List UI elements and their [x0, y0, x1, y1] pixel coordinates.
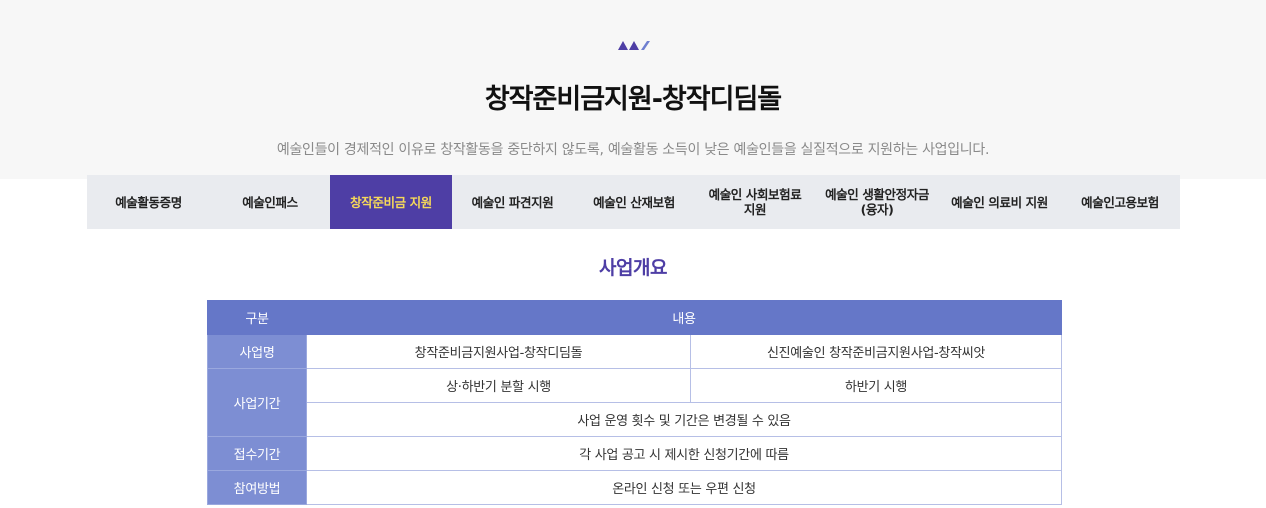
- cell-business-period-2: 하반기 시행: [689, 368, 1063, 403]
- tab-medical-expense-support[interactable]: 예술인 의료비 지원: [939, 175, 1060, 229]
- tab-bar: 예술활동증명 예술인패스 창작준비금 지원 예술인 파견지원 예술인 산재보험 …: [87, 175, 1180, 229]
- section-title: 사업개요: [599, 257, 667, 279]
- table-row: 참여방법 온라인 신청 또는 우편 신청: [207, 470, 1063, 505]
- table-header-row: 구분 내용: [207, 300, 1063, 335]
- page-header: 창작준비금지원-창작디딤돌 예술인들이 경제적인 이유로 창작활동을 중단하지 …: [0, 0, 1266, 179]
- row-label-business-name: 사업명: [207, 334, 307, 369]
- tab-artist-dispatch-support[interactable]: 예술인 파견지원: [452, 175, 573, 229]
- header-content: 내용: [305, 300, 1063, 335]
- table-row: 사업명 창작준비금지원사업-창작디딤돌 신진예술인 창작준비금지원사업-창작씨앗: [207, 334, 1063, 369]
- cell-application-period: 각 사업 공고 시 제시한 신청기간에 따름: [305, 436, 1063, 471]
- tab-art-activity-certificate[interactable]: 예술활동증명: [87, 175, 210, 229]
- cell-business-period-note: 사업 운영 횟수 및 기간은 변경될 수 있음: [305, 402, 1063, 437]
- row-label-application-period: 접수기간: [207, 436, 307, 471]
- triangles-logo-icon: [618, 41, 650, 50]
- row-label-participation-method: 참여방법: [207, 470, 307, 505]
- table-row: 접수기간 각 사업 공고 시 제시한 신청기간에 따름: [207, 436, 1063, 471]
- overview-table: 구분 내용 사업명 창작준비금지원사업-창작디딤돌 신진예술인 창작준비금지원사…: [207, 300, 1063, 505]
- page-description: 예술인들이 경제적인 이유로 창작활동을 중단하지 않도록, 예술활동 소득이 …: [276, 142, 990, 158]
- tab-artist-industrial-insurance[interactable]: 예술인 산재보험: [573, 175, 695, 229]
- tab-social-insurance-support[interactable]: 예술인 사회보험료 지원: [695, 175, 815, 229]
- table-row: 사업 운영 횟수 및 기간은 변경될 수 있음: [208, 402, 1063, 437]
- cell-business-period-1: 상·하반기 분할 시행: [306, 368, 691, 403]
- row-label-business-period: 사업기간: [207, 368, 307, 437]
- tab-creative-preparation-fund[interactable]: 창작준비금 지원: [330, 175, 452, 229]
- table-row: 사업기간 상·하반기 분할 시행 하반기 시행: [207, 368, 1063, 437]
- tab-artist-pass[interactable]: 예술인패스: [210, 175, 330, 229]
- header-category: 구분: [207, 300, 307, 335]
- tab-employment-insurance[interactable]: 예술인고용보험: [1060, 175, 1180, 229]
- cell-participation-method: 온라인 신청 또는 우편 신청: [305, 470, 1063, 505]
- cell-business-name-1: 창작준비금지원사업-창작디딤돌: [306, 334, 691, 369]
- page-title: 창작준비금지원-창작디딤돌: [484, 84, 782, 115]
- cell-business-name-2: 신진예술인 창작준비금지원사업-창작씨앗: [689, 334, 1063, 369]
- tab-living-stability-fund[interactable]: 예술인 생활안정자금 (융자): [815, 175, 939, 229]
